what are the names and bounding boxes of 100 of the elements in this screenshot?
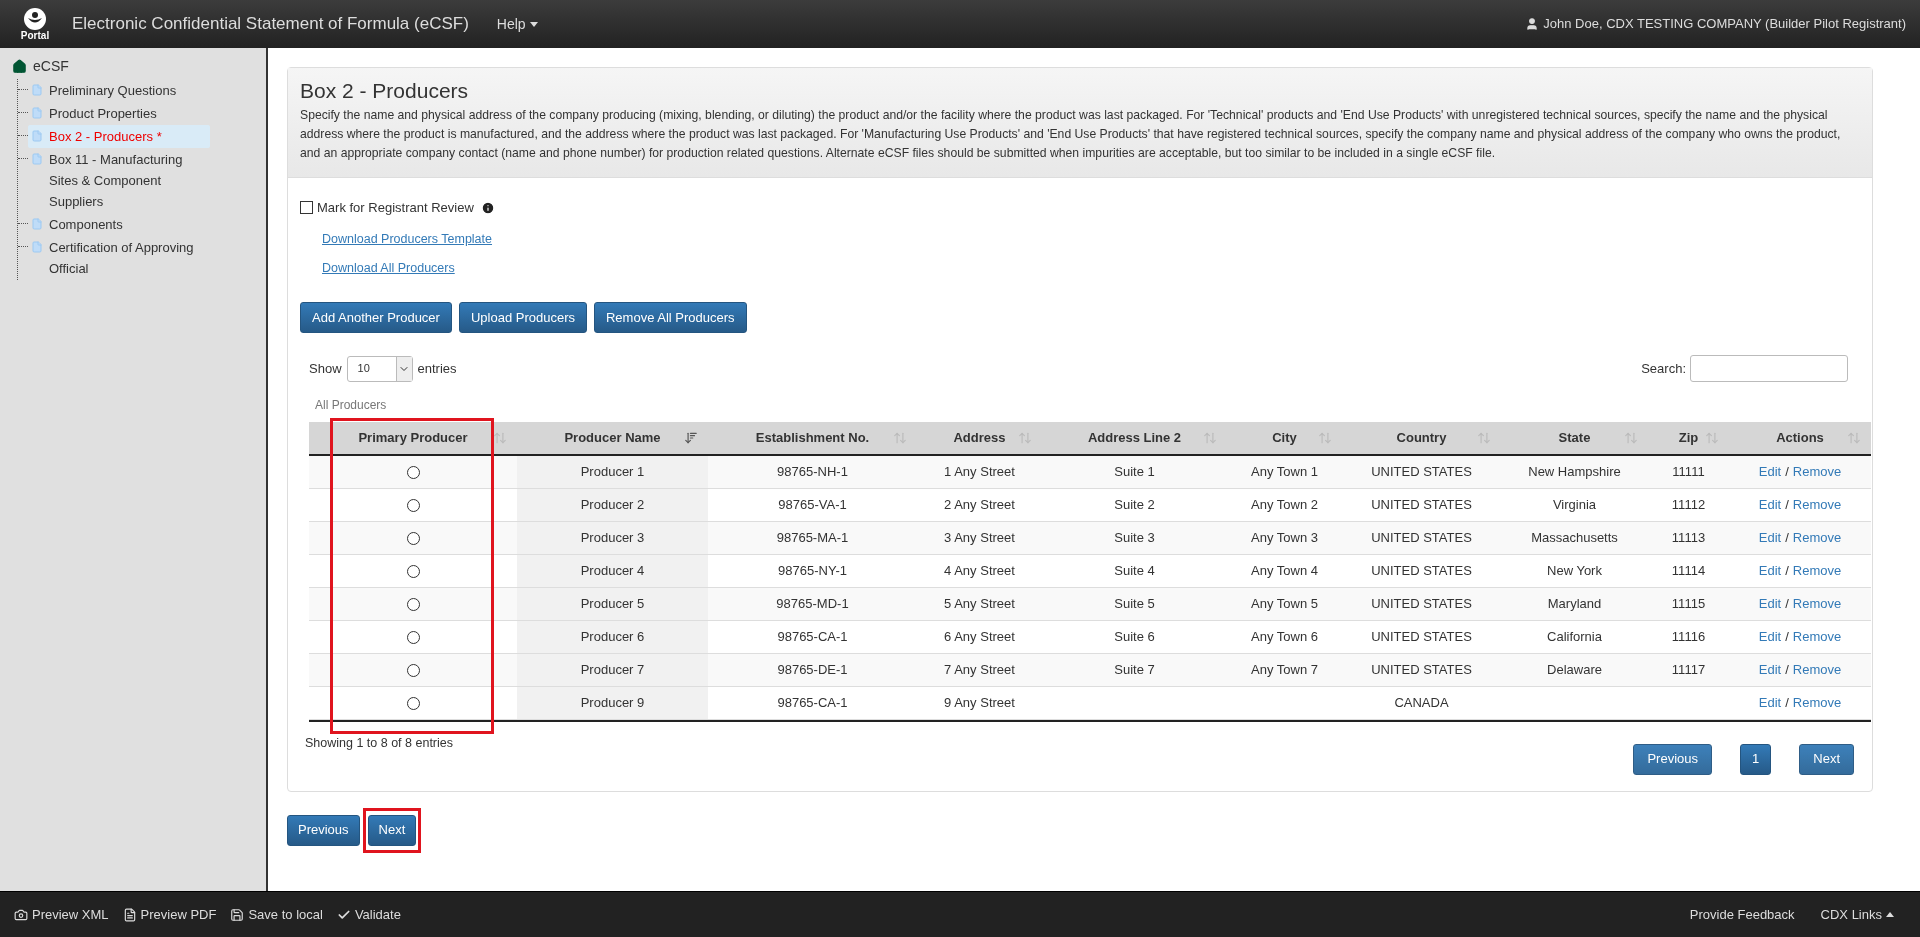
document-icon bbox=[31, 217, 43, 231]
column-header[interactable]: City bbox=[1227, 422, 1342, 455]
tree-item[interactable]: Components bbox=[28, 213, 210, 236]
table-cell: Producer 3 bbox=[580, 529, 645, 545]
edit-link[interactable]: Edit bbox=[1758, 496, 1782, 512]
action-button[interactable]: Upload Producers bbox=[458, 302, 587, 333]
remove-link[interactable]: Remove bbox=[1792, 694, 1842, 710]
table-info: Showing 1 to 8 of 8 entries bbox=[305, 734, 453, 752]
checkbox[interactable] bbox=[300, 201, 313, 215]
separator: / bbox=[1785, 529, 1789, 545]
pagination-button[interactable]: Next bbox=[1799, 743, 1854, 775]
table-cell: 3 Any Street bbox=[944, 529, 1015, 545]
logo-text: Portal bbox=[20, 31, 50, 41]
edit-link[interactable]: Edit bbox=[1758, 694, 1782, 710]
table-cell: Producer 9 bbox=[580, 694, 645, 710]
footer-button[interactable]: Preview XML bbox=[14, 904, 109, 925]
table-cell: 98765-NY-1 bbox=[778, 562, 847, 578]
pagination-button[interactable]: Previous bbox=[1633, 743, 1713, 775]
remove-link[interactable]: Remove bbox=[1792, 628, 1842, 644]
radio-button[interactable] bbox=[406, 466, 420, 480]
table-cell: 98765-VA-1 bbox=[778, 496, 847, 512]
footer-link[interactable]: CDX Links bbox=[1820, 904, 1894, 925]
checkbox-label: Mark for Registrant Review bbox=[317, 199, 474, 217]
tree-item[interactable]: Box 11 - Manufacturing Sites & Component Suppliers bbox=[28, 148, 210, 213]
remove-link[interactable]: Remove bbox=[1792, 562, 1842, 578]
column-header[interactable]: State bbox=[1501, 422, 1648, 455]
radio-button[interactable] bbox=[406, 696, 420, 710]
tree-item[interactable]: Preliminary Questions bbox=[28, 79, 210, 102]
camera-icon bbox=[14, 907, 28, 922]
action-button[interactable]: Add Another Producer bbox=[300, 302, 452, 333]
table-cell: Producer 4 bbox=[580, 562, 645, 578]
table-cell: 11117 bbox=[1671, 661, 1706, 677]
edit-link[interactable]: Edit bbox=[1758, 595, 1782, 611]
remove-link[interactable]: Remove bbox=[1792, 464, 1842, 479]
table-cell: 98765-MD-1 bbox=[776, 595, 849, 611]
table-cell: New York bbox=[1547, 562, 1602, 578]
table-cell: Any Town 6 bbox=[1251, 628, 1318, 644]
column-header[interactable]: Zip bbox=[1648, 422, 1729, 455]
footer-link[interactable]: Provide Feedback bbox=[1689, 904, 1795, 925]
table-cell: Producer 7 bbox=[580, 661, 645, 677]
action-button[interactable]: Remove All Producers bbox=[594, 302, 747, 333]
radio-button[interactable] bbox=[406, 564, 420, 578]
footer-button[interactable]: Validate bbox=[336, 904, 401, 925]
table-cell: Any Town 3 bbox=[1251, 529, 1318, 545]
separator: / bbox=[1785, 595, 1789, 611]
document-icon bbox=[122, 907, 137, 922]
table-cell: 1 Any Street bbox=[944, 464, 1015, 479]
help-menu[interactable]: Help bbox=[496, 13, 538, 35]
app-title: Electronic Confidential Statement of Formula (eCSF) bbox=[72, 13, 469, 36]
column-header[interactable]: Address Line 2 bbox=[1042, 422, 1227, 455]
footer-button[interactable]: Preview PDF bbox=[122, 904, 217, 925]
table-cell: UNITED STATES bbox=[1371, 464, 1472, 479]
edit-link[interactable]: Edit bbox=[1758, 464, 1782, 479]
radio-button[interactable] bbox=[406, 663, 420, 677]
radio-button[interactable] bbox=[406, 498, 420, 512]
download-link[interactable]: Download All Producers bbox=[322, 259, 455, 278]
column-header[interactable]: Establishment No. bbox=[708, 422, 917, 455]
radio-button[interactable] bbox=[406, 630, 420, 644]
column-header[interactable]: Producer Name bbox=[517, 422, 708, 455]
user-icon bbox=[1525, 17, 1540, 31]
table-cell: 98765-NH-1 bbox=[777, 464, 848, 479]
tree-item-label: Components bbox=[49, 216, 123, 234]
table-cell: Virginia bbox=[1552, 496, 1597, 512]
table-cell: UNITED STATES bbox=[1371, 562, 1472, 578]
previous-button[interactable]: Previous bbox=[287, 814, 360, 846]
table-cell: UNITED STATES bbox=[1371, 496, 1472, 512]
tree-item[interactable]: Box 2 - Producers * bbox=[28, 125, 210, 148]
table-cell: Producer 1 bbox=[580, 464, 645, 479]
info-icon bbox=[480, 200, 495, 215]
next-button[interactable]: Next bbox=[367, 814, 417, 846]
search-field[interactable] bbox=[1690, 355, 1848, 382]
column-header[interactable]: Country bbox=[1342, 422, 1501, 455]
radio-button[interactable] bbox=[406, 597, 420, 611]
table-cell: Suite 2 bbox=[1114, 496, 1155, 512]
table-cell: Massachusetts bbox=[1531, 529, 1618, 545]
column-header[interactable]: Address bbox=[917, 422, 1042, 455]
edit-link[interactable]: Edit bbox=[1758, 562, 1782, 578]
table-cell: CANADA bbox=[1394, 694, 1449, 710]
table-cell: Producer 5 bbox=[580, 595, 645, 611]
remove-link[interactable]: Remove bbox=[1792, 595, 1842, 611]
tree-root[interactable]: eCSF bbox=[33, 56, 69, 77]
column-header[interactable]: Actions bbox=[1729, 422, 1871, 455]
footer-button[interactable]: Save to local bbox=[230, 904, 323, 925]
remove-link[interactable]: Remove bbox=[1792, 661, 1842, 677]
tree-item-label: Box 2 - Producers * bbox=[49, 128, 162, 146]
edit-link[interactable]: Edit bbox=[1758, 628, 1782, 644]
radio-button[interactable] bbox=[406, 531, 420, 545]
tree-item[interactable]: Product Properties bbox=[28, 102, 210, 125]
page-size-select[interactable]: 10 bbox=[346, 355, 413, 382]
remove-link[interactable]: Remove bbox=[1792, 529, 1842, 545]
edit-link[interactable]: Edit bbox=[1758, 661, 1782, 677]
page-button[interactable]: 1 bbox=[1740, 743, 1772, 775]
page-description: Specify the name and physical address of the company producing (mixing, blending, or diluting) the product and/or the facility where the product was last packaged. For 'Technical' products and 'End Use Products' with unregistered technical sources, specify the name and the physical address where the product is manufactured, and the address where the product was last packaged. For 'Manufacturing Use Products' and 'End Use Products' that have registered technical sources, specify the company name and physical address of the company who owns the product, and an appropriate company contact (name and phone number) for production related questions. Alternate eCSF files should be submitted when impurities are acceptable, but too similar to be included in a single eCSF file. bbox=[300, 107, 1842, 162]
column-header[interactable]: Primary Producer bbox=[309, 422, 517, 455]
download-link[interactable]: Download Producers Template bbox=[322, 229, 492, 249]
table-cell: 5 Any Street bbox=[944, 595, 1015, 611]
edit-link[interactable]: Edit bbox=[1758, 529, 1782, 545]
tree-item[interactable]: Certification of Approving Official bbox=[28, 236, 210, 280]
table-cell: Suite 7 bbox=[1114, 661, 1155, 677]
remove-link[interactable]: Remove bbox=[1792, 496, 1842, 512]
